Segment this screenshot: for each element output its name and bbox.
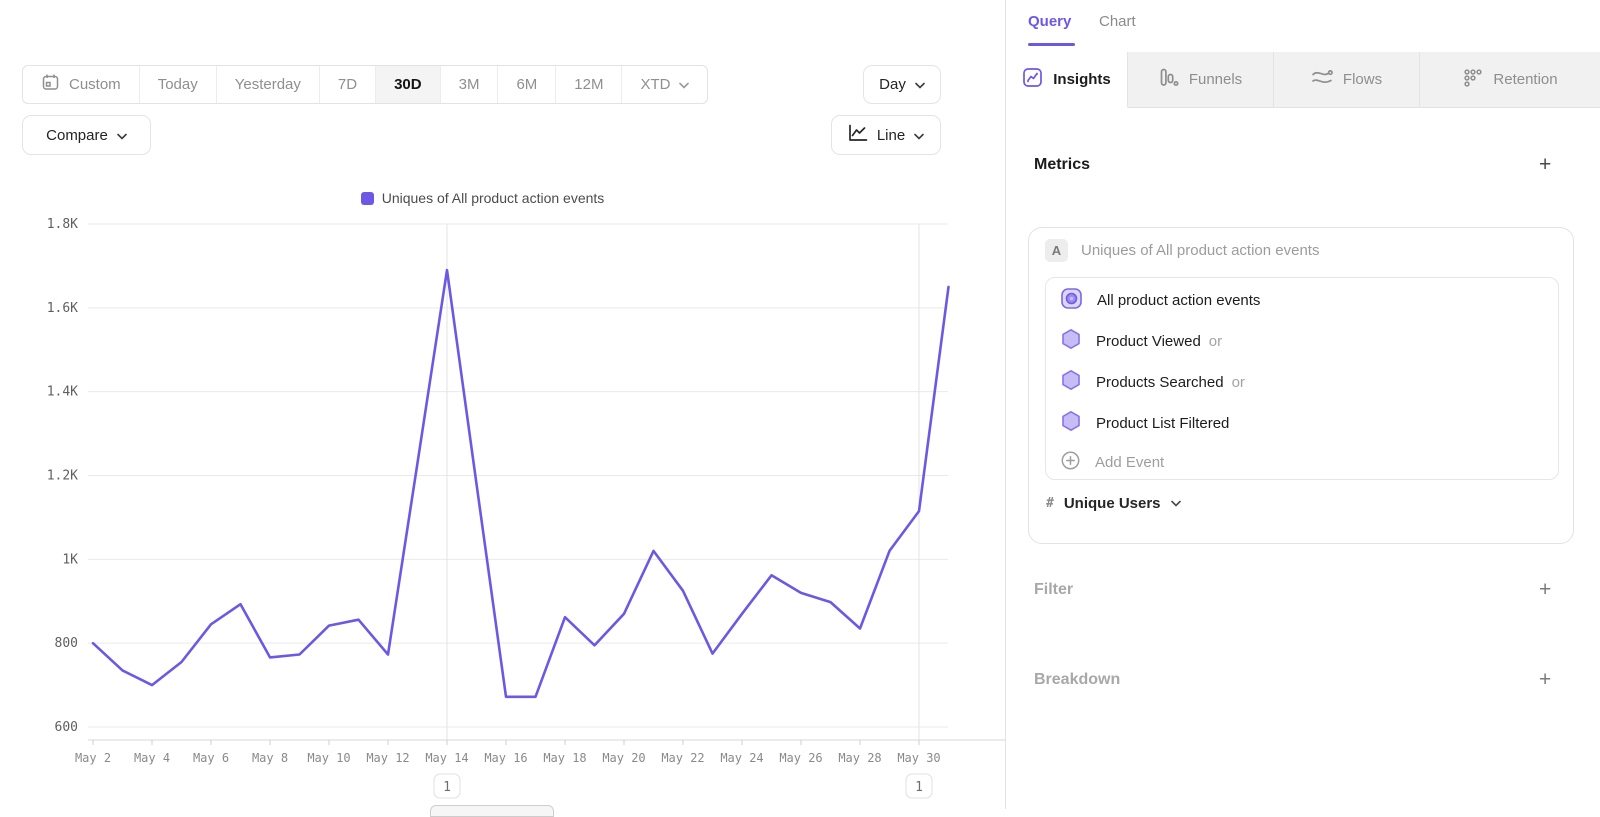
svg-text:May 26: May 26 [779, 751, 822, 765]
funnels-icon [1159, 67, 1179, 92]
add-metric-button[interactable]: + [1539, 154, 1551, 175]
compare-label: Compare [46, 127, 108, 144]
range-xtd[interactable]: XTD [622, 66, 707, 103]
annotation-badge[interactable]: 1 [906, 774, 932, 798]
report-type-tabs: Insights Funnels Flows [1006, 52, 1600, 108]
chart-panel: Custom Today Yesterday 7D 30D 3M 6M 12M … [0, 0, 1005, 809]
range-3m[interactable]: 3M [441, 66, 499, 103]
legend-swatch [361, 192, 374, 205]
insights-icon [1022, 67, 1043, 92]
retention-icon [1463, 68, 1483, 92]
annotation-badge[interactable]: 1 [434, 774, 460, 798]
event-row-products-searched[interactable]: Products Searched or [1046, 362, 1558, 403]
bottom-popover-peek [430, 805, 554, 817]
svg-text:May 2: May 2 [75, 751, 111, 765]
event-hexagon-icon [1060, 410, 1082, 437]
svg-text:May 16: May 16 [484, 751, 527, 765]
event-group-icon [1060, 287, 1083, 315]
range-yesterday[interactable]: Yesterday [217, 66, 320, 103]
range-6m[interactable]: 6M [498, 66, 556, 103]
svg-text:May 24: May 24 [720, 751, 763, 765]
add-breakdown-button[interactable]: + [1539, 669, 1551, 690]
tab-flows[interactable]: Flows [1274, 52, 1420, 108]
svg-text:May 12: May 12 [366, 751, 409, 765]
granularity-dropdown[interactable]: Day [863, 65, 941, 104]
event-row-product-viewed[interactable]: Product Viewed or [1046, 321, 1558, 362]
event-row-all-product-action-events[interactable]: All product action events [1046, 280, 1558, 321]
event-hexagon-icon [1060, 328, 1082, 355]
chart-type-dropdown[interactable]: Line [831, 115, 941, 155]
add-filter-button[interactable]: + [1539, 579, 1551, 600]
flows-icon [1311, 68, 1333, 92]
svg-text:800: 800 [55, 636, 78, 651]
svg-text:600: 600 [55, 720, 78, 735]
add-circle-icon [1060, 450, 1081, 476]
event-row-product-list-filtered[interactable]: Product List Filtered [1046, 403, 1558, 444]
series-title: Uniques of All product action events [1081, 242, 1319, 259]
svg-text:May 22: May 22 [661, 751, 704, 765]
date-range-control: Custom Today Yesterday 7D 30D 3M 6M 12M … [22, 65, 708, 104]
hash-icon: # [1046, 496, 1054, 511]
range-30d-selected[interactable]: 30D [376, 66, 441, 103]
series-letter-badge: A [1045, 239, 1068, 262]
chevron-down-icon [1171, 494, 1181, 512]
chart-legend: Uniques of All product action events [0, 188, 965, 208]
svg-text:May 20: May 20 [602, 751, 645, 765]
range-7d[interactable]: 7D [320, 66, 376, 103]
add-event-button[interactable]: Add Event [1046, 442, 1558, 483]
chevron-down-icon [117, 127, 127, 144]
line-chart-icon [848, 124, 868, 146]
svg-text:1: 1 [915, 780, 923, 795]
svg-text:May 10: May 10 [307, 751, 350, 765]
event-hexagon-icon [1060, 369, 1082, 396]
range-12m[interactable]: 12M [556, 66, 622, 103]
active-tab-underline [1028, 43, 1075, 46]
metric-card: A Uniques of All product action events A… [1028, 227, 1574, 544]
events-card: All product action events Product Viewed… [1045, 277, 1559, 480]
chevron-down-icon [915, 76, 925, 93]
legend-label: Uniques of All product action events [382, 190, 605, 206]
tab-retention[interactable]: Retention [1420, 52, 1600, 108]
svg-text:May 30: May 30 [897, 751, 940, 765]
query-builder-panel: Query Chart Insights Funnels [1005, 0, 1600, 809]
chevron-down-icon [914, 127, 924, 144]
svg-text:May 6: May 6 [193, 751, 229, 765]
svg-text:May 8: May 8 [252, 751, 288, 765]
svg-text:1K: 1K [62, 552, 78, 567]
tab-query[interactable]: Query [1028, 13, 1071, 30]
line-chart[interactable]: 600 800 1K 1.2K 1.4K 1.6K 1.8K May 2 May 4 May 6 M… [0, 210, 1005, 809]
range-custom[interactable]: Custom [23, 66, 140, 103]
svg-text:1.4K: 1.4K [47, 385, 78, 400]
chevron-down-icon [679, 76, 689, 93]
svg-text:1.6K: 1.6K [47, 301, 78, 316]
svg-text:1.2K: 1.2K [47, 469, 78, 484]
tab-insights[interactable]: Insights [1006, 52, 1128, 108]
svg-text:May 28: May 28 [838, 751, 881, 765]
range-today[interactable]: Today [140, 66, 217, 103]
range-label: Custom [69, 76, 121, 93]
svg-text:May 18: May 18 [543, 751, 586, 765]
tab-funnels[interactable]: Funnels [1128, 52, 1274, 108]
svg-text:May 14: May 14 [425, 751, 468, 765]
metrics-heading: Metrics [1034, 156, 1090, 174]
svg-text:May 4: May 4 [134, 751, 170, 765]
aggregation-dropdown[interactable]: # Unique Users [1046, 494, 1181, 512]
metric-series-row: A Uniques of All product action events [1045, 239, 1319, 262]
svg-text:1: 1 [443, 780, 451, 795]
breakdown-section-label: Breakdown [1034, 671, 1120, 689]
filter-section-label: Filter [1034, 581, 1073, 599]
compare-dropdown[interactable]: Compare [22, 115, 151, 155]
svg-text:1.8K: 1.8K [47, 217, 78, 232]
granularity-value: Day [879, 76, 906, 93]
chart-type-value: Line [877, 127, 905, 144]
tab-chart[interactable]: Chart [1099, 13, 1136, 30]
calendar-icon [41, 73, 60, 96]
